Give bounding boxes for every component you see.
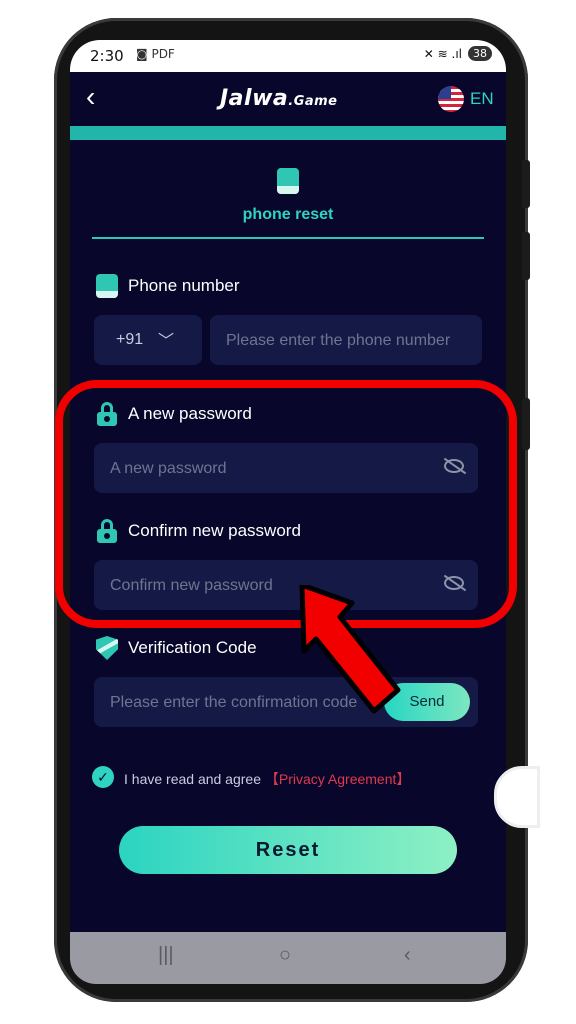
status-right: ✕ ≋ .ıl 38: [424, 46, 492, 61]
side-button: [522, 160, 530, 208]
side-button: [522, 232, 530, 280]
phone-number-label: Phone number: [128, 276, 240, 295]
phone-number-input[interactable]: Please enter the phone number: [210, 315, 482, 365]
agreement-text: I have read and agree 【Privacy Agreement…: [124, 769, 410, 789]
app-header: ‹ Jalwa.Game EN: [70, 72, 506, 126]
tab-underline: [92, 237, 484, 239]
recent-apps-icon[interactable]: |||: [158, 944, 174, 967]
logo-text: Jalwa: [220, 86, 289, 111]
annotation-arrow-icon: [299, 585, 401, 714]
phone-icon: [96, 274, 118, 298]
agreement-label: I have read and agree: [124, 771, 261, 787]
system-back-icon[interactable]: ‹: [404, 944, 411, 967]
logo-suffix: .Game: [288, 94, 338, 109]
signal-icon: ✕ ≋ .ıl: [423, 46, 462, 61]
floating-support-button[interactable]: [494, 766, 540, 828]
status-notification-icons: ◙ PDF: [136, 47, 175, 61]
status-time: 2:30: [90, 47, 124, 65]
chevron-down-icon: ﹀: [158, 333, 175, 350]
status-bar: 2:30 ◙ PDF ✕ ≋ .ıl 38: [70, 40, 506, 72]
language-selector[interactable]: EN: [470, 89, 494, 109]
phone-icon: [277, 168, 299, 194]
country-code-value: +91: [116, 331, 144, 348]
privacy-agreement-link[interactable]: 【Privacy Agreement】: [265, 771, 411, 787]
shield-icon: [96, 636, 118, 660]
home-icon[interactable]: ○: [279, 944, 291, 967]
back-icon[interactable]: ‹: [86, 82, 95, 112]
tab-phone-reset[interactable]: phone reset: [70, 206, 506, 224]
agree-checkbox[interactable]: ✓: [92, 766, 114, 788]
battery-icon: 38: [468, 46, 492, 61]
verification-code-label: Verification Code: [128, 638, 257, 657]
country-code-select[interactable]: +91 ﹀: [94, 315, 202, 365]
reset-button[interactable]: Reset: [119, 826, 457, 874]
side-button: [522, 398, 530, 450]
app-logo: Jalwa.Game: [220, 86, 338, 111]
system-nav-bar: ||| ○ ‹: [70, 932, 506, 984]
phone-number-placeholder: Please enter the phone number: [226, 332, 451, 349]
us-flag-icon[interactable]: [438, 86, 464, 112]
header-divider: [70, 126, 506, 140]
